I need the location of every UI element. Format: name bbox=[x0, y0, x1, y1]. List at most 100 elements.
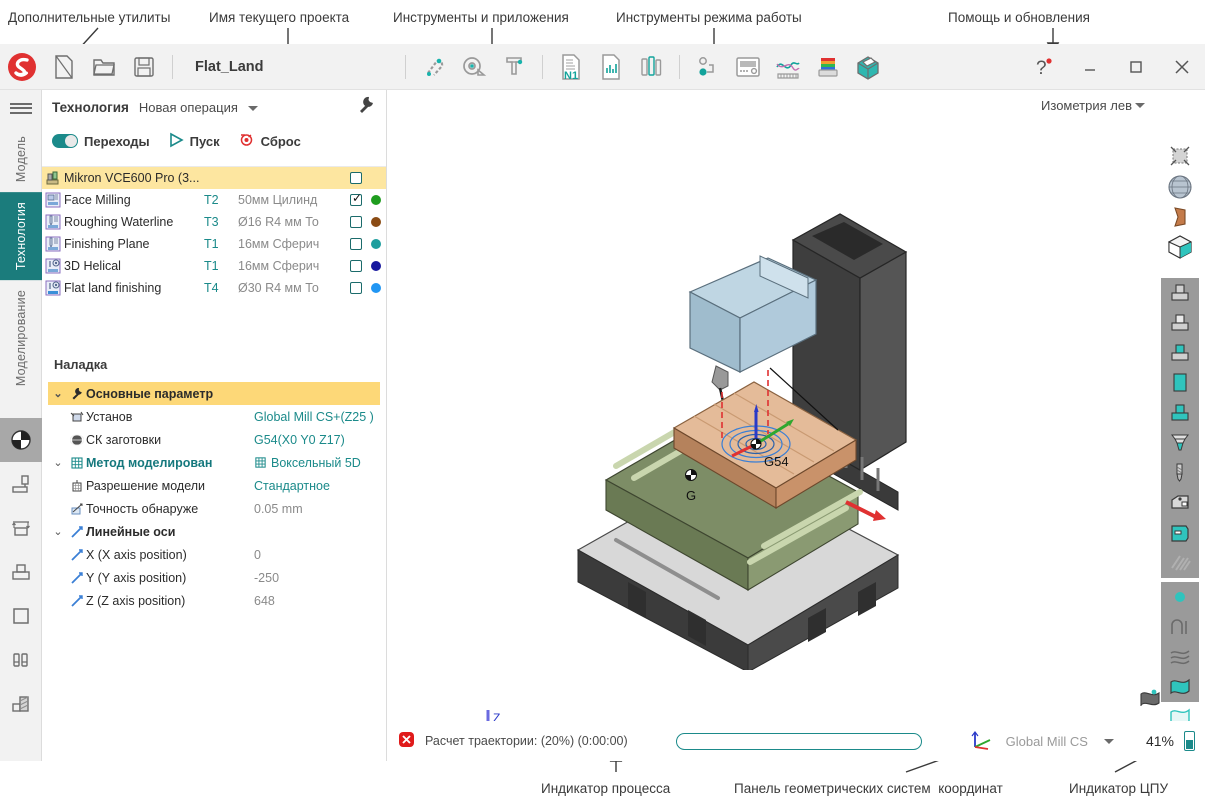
coordinate-system-icon[interactable] bbox=[970, 729, 996, 754]
operation-checkbox[interactable] bbox=[346, 216, 366, 228]
operation-name: Flat land finishing bbox=[64, 281, 204, 295]
table-row[interactable]: Flat land finishing T4 Ø30 R4 мм То bbox=[42, 277, 386, 299]
operation-name: Finishing Plane bbox=[64, 237, 204, 251]
globe-rotate-icon[interactable] bbox=[1161, 172, 1199, 202]
flatland-icon bbox=[42, 280, 64, 296]
maximize-button[interactable] bbox=[1113, 45, 1159, 89]
view-orientation-dropdown[interactable]: Изометрия лев bbox=[1041, 98, 1145, 113]
caliper-icon[interactable] bbox=[494, 45, 534, 89]
table-row[interactable]: Roughing Waterline T3 Ø16 R4 мм То bbox=[42, 211, 386, 233]
sprutcam-logo[interactable] bbox=[0, 52, 44, 82]
panel-actions: Переходы Пуск Сб bbox=[42, 124, 386, 158]
param-row-y-axis[interactable]: Y (Y axis position) -250 bbox=[48, 566, 380, 589]
help-question-icon[interactable]: ? bbox=[1021, 45, 1067, 89]
material-icon[interactable] bbox=[0, 682, 42, 726]
cpu-battery-icon bbox=[1184, 731, 1195, 751]
snap-magnet-icon[interactable] bbox=[414, 45, 454, 89]
operation-checkbox[interactable] bbox=[346, 260, 366, 272]
param-row-z-axis[interactable]: Z (Z axis position) 648 bbox=[48, 589, 380, 612]
operation-checkbox[interactable] bbox=[346, 282, 366, 294]
visibility-machine-body-icon[interactable] bbox=[1161, 518, 1199, 548]
param-row-resolution[interactable]: Разрешение модели Стандартное bbox=[48, 474, 380, 497]
report-document-icon[interactable] bbox=[591, 45, 631, 89]
visibility-solid-icon[interactable] bbox=[1161, 368, 1199, 398]
workpiece-height-icon[interactable] bbox=[0, 506, 42, 550]
machine-checkbox[interactable] bbox=[346, 172, 366, 184]
machine-3d-model[interactable]: G54 G bbox=[568, 210, 988, 670]
settings-wrench-icon[interactable] bbox=[356, 95, 376, 120]
sidebar-tab-technology[interactable]: Технология bbox=[0, 192, 42, 280]
sidebar-tab-simulation[interactable]: Моделирование bbox=[0, 280, 42, 396]
plane-icon[interactable] bbox=[0, 594, 42, 638]
visibility-machine-icon[interactable] bbox=[1161, 278, 1199, 308]
stock-icon[interactable] bbox=[0, 550, 42, 594]
param-row-setup[interactable]: Установ Global Mill CS+(Z25 ) bbox=[48, 405, 380, 428]
reset-button[interactable]: Сброс bbox=[238, 131, 301, 151]
fixture-icon[interactable] bbox=[0, 638, 42, 682]
connection-icon[interactable] bbox=[688, 45, 728, 89]
close-button[interactable] bbox=[1159, 45, 1205, 89]
table-row[interactable]: Finishing Plane T1 16мм Сферич bbox=[42, 233, 386, 255]
visibility-part-icon[interactable] bbox=[1161, 338, 1199, 368]
operation-checkbox[interactable] bbox=[346, 238, 366, 250]
open-folder-icon[interactable] bbox=[84, 45, 124, 89]
shading-mode-icon[interactable] bbox=[0, 418, 42, 462]
nc-document-icon[interactable]: N1 bbox=[551, 45, 591, 89]
table-row[interactable]: 3D Helical T1 16мм Сферич bbox=[42, 255, 386, 277]
operation-tool: T1 bbox=[204, 259, 238, 273]
curves-ruler-icon[interactable] bbox=[768, 45, 808, 89]
filter-surface-icon[interactable] bbox=[1161, 672, 1199, 702]
view-cube-icon[interactable] bbox=[1161, 232, 1199, 262]
minimize-button[interactable] bbox=[1067, 45, 1113, 89]
color-spectrum-icon[interactable] bbox=[808, 45, 848, 89]
filter-curve-icon[interactable] bbox=[1161, 612, 1199, 642]
table-row[interactable]: Face Milling T2 50мм Цилинд bbox=[42, 189, 386, 211]
visibility-toolpath-icon[interactable] bbox=[1161, 548, 1199, 578]
bookmark-flag-icon[interactable] bbox=[1137, 688, 1163, 715]
run-button[interactable]: Пуск bbox=[168, 132, 220, 151]
machine-row[interactable]: Mikron VCE600 Pro (3... bbox=[42, 167, 386, 189]
visibility-workpiece-icon[interactable] bbox=[1161, 398, 1199, 428]
parameters-title: Наладка bbox=[48, 357, 380, 382]
filter-point-icon[interactable] bbox=[1161, 582, 1199, 612]
param-group-sim-method[interactable]: ⌄ Метод моделирован Воксельный 5D bbox=[48, 451, 380, 474]
operation-dropdown[interactable]: Новая операция bbox=[139, 100, 258, 115]
resolution-icon bbox=[68, 479, 86, 493]
param-row-workpiece-cs[interactable]: СК заготовки G54(X0 Y0 Z17) bbox=[48, 428, 380, 451]
sidebar-tab-model[interactable]: Модель bbox=[0, 126, 42, 192]
param-row-x-axis[interactable]: X (X axis position) 0 bbox=[48, 543, 380, 566]
3d-viewport[interactable]: Изометрия лев bbox=[388, 90, 1205, 761]
param-value: Воксельный 5D bbox=[271, 456, 361, 470]
new-file-icon[interactable] bbox=[44, 45, 84, 89]
operation-checkbox[interactable] bbox=[346, 194, 366, 206]
visibility-tool-icon[interactable] bbox=[1161, 458, 1199, 488]
fit-view-icon[interactable] bbox=[1161, 142, 1199, 172]
visibility-stock-icon[interactable] bbox=[1161, 308, 1199, 338]
grid-icon-value bbox=[254, 456, 267, 469]
stock-box-icon[interactable] bbox=[848, 45, 888, 89]
save-icon[interactable] bbox=[124, 45, 164, 89]
annotation-tools-apps: Инструменты и приложения bbox=[393, 10, 569, 25]
operation-desc: 16мм Сферич bbox=[238, 259, 346, 273]
visibility-fixture-icon[interactable] bbox=[1161, 428, 1199, 458]
param-group-main[interactable]: ⌄ Основные параметр bbox=[48, 382, 380, 405]
cnc-panel-icon[interactable] bbox=[728, 45, 768, 89]
visibility-holder-icon[interactable] bbox=[1161, 488, 1199, 518]
transitions-toggle[interactable]: Переходы bbox=[52, 134, 150, 149]
param-label: Y (Y axis position) bbox=[86, 571, 254, 585]
section-plane-icon[interactable] bbox=[1161, 202, 1199, 232]
machine-icon[interactable] bbox=[0, 462, 42, 506]
expander-icon[interactable]: ⌄ bbox=[48, 525, 68, 538]
stop-error-icon[interactable] bbox=[398, 731, 415, 751]
measure-icon[interactable] bbox=[454, 45, 494, 89]
filter-surface-group-icon[interactable] bbox=[1161, 642, 1199, 672]
tool-library-icon[interactable] bbox=[631, 45, 671, 89]
wrench-param-icon bbox=[68, 387, 86, 401]
expander-icon[interactable]: ⌄ bbox=[48, 456, 68, 469]
expander-icon[interactable]: ⌄ bbox=[48, 387, 68, 400]
hamburger-menu-icon[interactable] bbox=[0, 90, 41, 126]
cs-dropdown-caret[interactable] bbox=[1098, 734, 1114, 748]
param-group-linear-axes[interactable]: ⌄ Линейные оси bbox=[48, 520, 380, 543]
face-milling-icon bbox=[42, 192, 64, 208]
param-row-accuracy[interactable]: Точность обнаруже 0.05 mm bbox=[48, 497, 380, 520]
